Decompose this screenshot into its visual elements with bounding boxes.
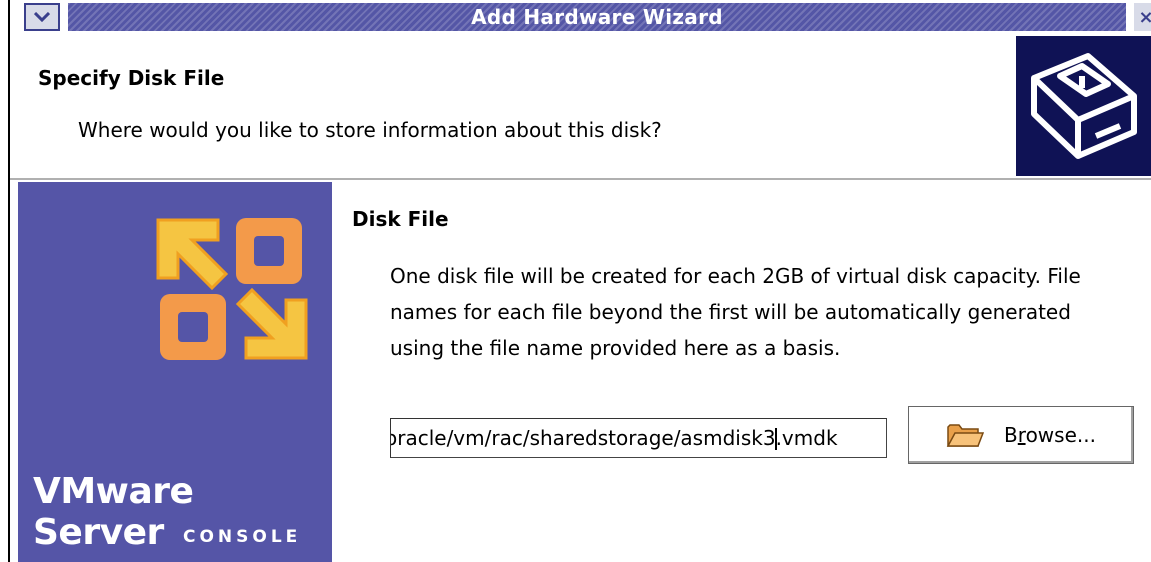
- section-description: One disk file will be created for each 2…: [390, 264, 1081, 360]
- path-after-caret: .vmdk: [775, 425, 838, 450]
- vmware-logo-icon: [156, 218, 308, 360]
- folder-icon: [946, 424, 985, 447]
- page-subtitle: Where would you like to store informatio…: [78, 118, 662, 142]
- path-before-caret: oracle/vm/rac/sharedstorage/asmdisk3: [390, 425, 776, 450]
- disk-file-path-input[interactable]: oracle/vm/rac/sharedstorage/asmdisk3.vmd…: [390, 418, 887, 458]
- wizard-header: Specify Disk File Where would you like t…: [10, 36, 1151, 178]
- title-strip[interactable]: Add Hardware Wizard: [68, 3, 1126, 31]
- wizard-side-panel: VMware Server CONSOLE: [18, 182, 332, 562]
- path-text: oracle/vm/rac/sharedstorage/asmdisk3.vmd…: [390, 425, 838, 451]
- header-separator: [10, 178, 1151, 180]
- browse-button[interactable]: Browse...: [908, 406, 1134, 464]
- window-menu-button[interactable]: [24, 3, 60, 31]
- section-title: Disk File: [352, 207, 449, 231]
- title-bar: Add Hardware Wizard ×: [10, 0, 1151, 36]
- chevron-down-icon: [34, 12, 50, 22]
- close-button[interactable]: ×: [1134, 3, 1151, 31]
- page-title: Specify Disk File: [38, 66, 225, 90]
- brand-subtitle: CONSOLE: [183, 527, 302, 547]
- disk-drive-icon: [1016, 36, 1151, 176]
- browse-label: Browse...: [1004, 423, 1096, 447]
- close-icon: ×: [1138, 6, 1151, 28]
- window-title: Add Hardware Wizard: [471, 5, 723, 29]
